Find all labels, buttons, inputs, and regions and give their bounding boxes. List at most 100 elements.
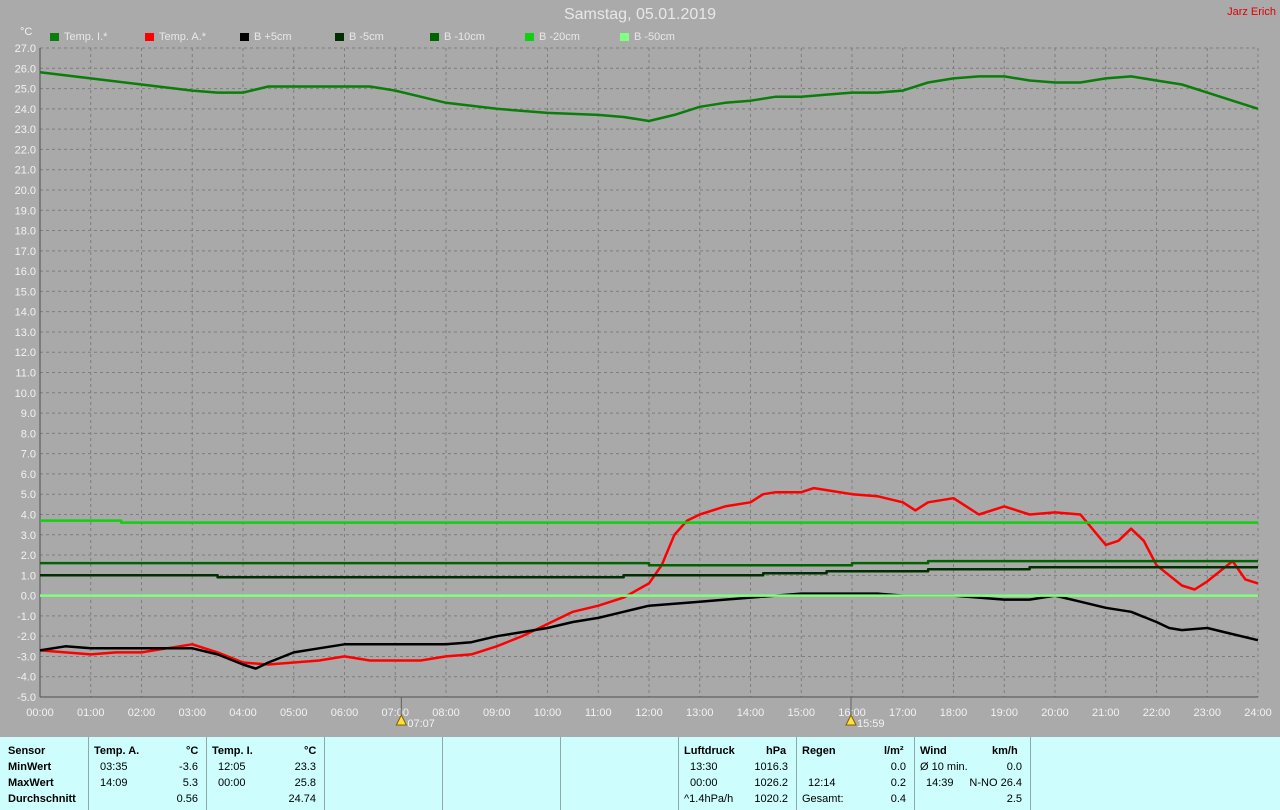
row-label-max: MaxWert	[8, 777, 54, 789]
y-tick-label: 1.0	[21, 570, 36, 582]
x-tick-label: 20:00	[1041, 707, 1069, 719]
stats-panel: Sensor MinWert MaxWert Durchschnitt Temp…	[0, 737, 1280, 810]
x-tick-label: 11:00	[585, 707, 612, 719]
temp-a-min-value: -3.6	[179, 761, 198, 773]
y-tick-label: 22.0	[15, 144, 36, 156]
temp-a-max-time: 14:09	[100, 777, 128, 789]
x-tick-label: 22:00	[1143, 707, 1171, 719]
y-tick-label: 25.0	[15, 84, 36, 96]
y-tick-label: 0.0	[21, 591, 36, 603]
y-tick-label: 3.0	[21, 530, 36, 542]
x-tick-label: 21:00	[1092, 707, 1120, 719]
legend-label: B -20cm	[539, 31, 580, 43]
author-label: Jarz Erich	[1227, 6, 1276, 18]
temp-a-min-time: 03:35	[100, 761, 128, 773]
x-tick-label: 02:00	[128, 707, 156, 719]
legend-swatch	[50, 33, 59, 41]
legend-item: B -50cm	[620, 31, 675, 43]
y-tick-label: 2.0	[21, 550, 36, 562]
pressure-min-value: 1016.3	[754, 761, 788, 773]
y-tick-label: 6.0	[21, 469, 36, 481]
pressure-trend: ^1.4hPa/h	[684, 793, 734, 805]
legend-swatch	[335, 33, 344, 41]
y-tick-label: 5.0	[21, 489, 36, 501]
y-tick-label: 10.0	[15, 388, 36, 400]
rain-max-value: 0.2	[890, 777, 906, 789]
temp-a-avg: 0.56	[176, 793, 198, 805]
legend-label: B -10cm	[444, 31, 485, 43]
legend-swatch	[145, 33, 154, 41]
x-tick-label: 12:00	[635, 707, 663, 719]
x-tick-label: 06:00	[331, 707, 359, 719]
pressure-avg: 1020.2	[754, 793, 788, 805]
temp-i-unit: °C	[304, 745, 317, 757]
x-tick-label: 00:00	[26, 707, 54, 719]
y-tick-label: -1.0	[17, 611, 36, 623]
wind-header: Wind	[920, 745, 947, 757]
rain-max-time: 12:14	[808, 777, 836, 789]
y-tick-label: 7.0	[21, 449, 36, 461]
rain-header: Regen	[802, 745, 836, 757]
rain-total-label: Gesamt:	[802, 793, 844, 805]
x-tick-label: 24:00	[1244, 707, 1272, 719]
temp-i-max-time: 00:00	[218, 777, 246, 789]
row-label-avg: Durchschnitt	[8, 793, 76, 805]
x-tick-label: 13:00	[686, 707, 714, 719]
legend-label: Temp. A.*	[159, 31, 207, 43]
y-tick-label: 4.0	[21, 509, 36, 521]
y-tick-label: 9.0	[21, 408, 36, 420]
pressure-unit: hPa	[766, 745, 787, 757]
x-tick-label: 10:00	[534, 707, 562, 719]
x-tick-label: 18:00	[940, 707, 968, 719]
y-tick-label: 19.0	[15, 205, 36, 217]
x-tick-label: 07:00	[381, 707, 409, 719]
y-tick-label: 12.0	[15, 347, 36, 359]
pressure-max-time: 00:00	[690, 777, 718, 789]
chart-title: Samstag, 05.01.2019	[563, 6, 717, 23]
wind-avg-value: 0.0	[1006, 761, 1022, 773]
y-tick-label: 17.0	[15, 246, 36, 258]
rain-unit: l/m²	[884, 745, 904, 757]
wind-max-time: 14:39	[926, 777, 954, 789]
chart-area: 27.0 26.0 25.0 24.0 23.0 22.0 21.0 20.0 19.0 18.0…	[0, 0, 1280, 737]
rain-min-value: 0.0	[890, 761, 906, 773]
pressure-max-value: 1026.2	[754, 777, 788, 789]
x-tick-label: 17:00	[889, 707, 917, 719]
y-tick-label: 8.0	[21, 428, 36, 440]
temperature-chart: 27.0 26.0 25.0 24.0 23.0 22.0 21.0 20.0 19.0 18.0…	[15, 26, 1272, 730]
x-tick-label: 03:00	[178, 707, 206, 719]
legend-swatch	[525, 33, 534, 41]
legend-item: Temp. A.*	[145, 31, 206, 43]
legend-item: Temp. I.*	[50, 31, 107, 43]
y-tick-label: 20.0	[15, 185, 36, 197]
pressure-header: Luftdruck	[684, 745, 735, 757]
legend-label: B -50cm	[634, 31, 675, 43]
legend-swatch	[240, 33, 249, 41]
y-axis-unit: °C	[20, 26, 32, 38]
y-tick-label: 18.0	[15, 226, 36, 238]
temp-i-min-time: 12:05	[218, 761, 246, 773]
x-tick-label: 19:00	[990, 707, 1018, 719]
wind-avg-label: Ø 10 min.	[920, 761, 968, 773]
legend-swatch	[430, 33, 439, 41]
legend-label: B +5cm	[254, 31, 292, 43]
y-tick-label: 23.0	[15, 124, 36, 136]
wind-mean: 2.5	[1006, 793, 1022, 805]
y-tick-label: -2.0	[17, 631, 36, 643]
temp-i-avg: 24.74	[288, 793, 316, 805]
legend-item: B -10cm	[430, 31, 485, 43]
legend-swatch	[620, 33, 629, 41]
x-tick-label: 09:00	[483, 707, 511, 719]
temp-i-min-value: 23.3	[294, 761, 316, 773]
wind-unit: km/h	[992, 745, 1018, 757]
y-tick-label: 27.0	[15, 43, 36, 55]
temp-a-unit: °C	[186, 745, 199, 757]
legend-item: B -5cm	[335, 31, 384, 43]
temp-i-max-value: 25.8	[294, 777, 316, 789]
y-tick-label: 11.0	[15, 368, 36, 380]
y-tick-label: 14.0	[15, 307, 36, 319]
y-tick-label: 24.0	[15, 104, 36, 116]
y-tick-label: 21.0	[15, 165, 36, 177]
temp-a-header: Temp. A.	[94, 745, 140, 757]
x-tick-label: 15:00	[787, 707, 815, 719]
